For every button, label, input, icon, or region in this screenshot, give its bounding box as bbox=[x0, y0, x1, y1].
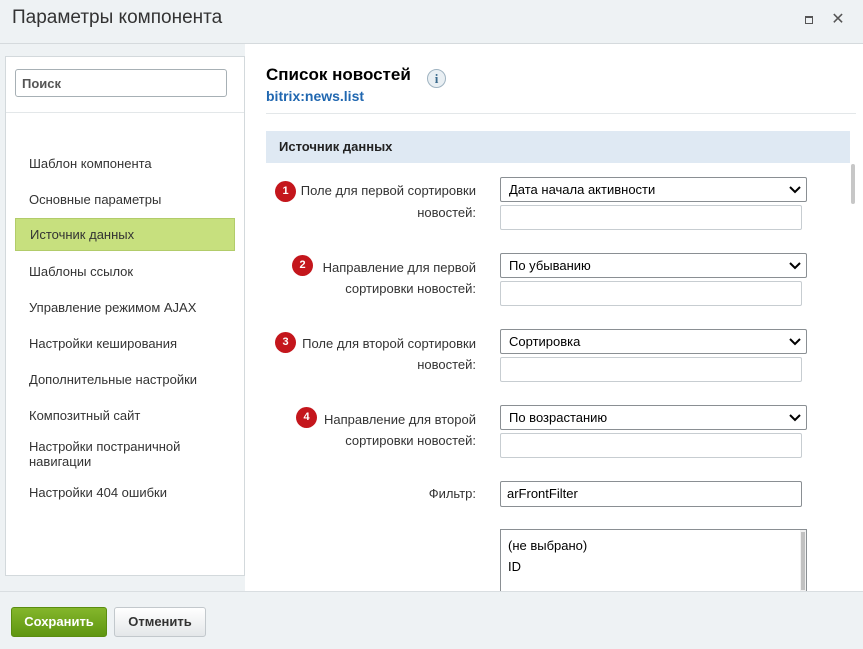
sidebar-item-data-source[interactable]: Источник данных bbox=[15, 218, 235, 251]
field-label: Поле для первой сортировки bbox=[300, 183, 476, 198]
sort-field-2-select[interactable]: Сортировка bbox=[500, 329, 807, 354]
select-value: По убыванию bbox=[509, 258, 591, 273]
dialog-titlebar: Параметры компонента ✕ bbox=[0, 0, 863, 44]
field-label: новостей: bbox=[417, 205, 476, 220]
section-header: Источник данных bbox=[266, 131, 850, 163]
maximize-button[interactable] bbox=[802, 12, 818, 28]
select-value: Дата начала активности bbox=[509, 182, 656, 197]
save-button[interactable]: Сохранить bbox=[11, 607, 107, 637]
sidebar-item-additional[interactable]: Дополнительные настройки bbox=[15, 368, 235, 390]
sort-field-1-select[interactable]: Дата начала активности bbox=[500, 177, 807, 202]
listbox-scroll-thumb[interactable] bbox=[801, 532, 805, 590]
field-label: сортировки новостей: bbox=[345, 433, 476, 448]
dialog-content: Шаблон компонента Основные параметры Ист… bbox=[0, 44, 863, 591]
field-label: новостей: bbox=[417, 357, 476, 372]
chevron-down-icon bbox=[789, 186, 801, 194]
component-title: Список новостей bbox=[266, 65, 411, 84]
select-value: По возрастанию bbox=[509, 410, 608, 425]
select-value: Сортировка bbox=[509, 334, 581, 349]
list-option[interactable]: ID bbox=[501, 556, 806, 577]
chevron-down-icon bbox=[789, 262, 801, 270]
component-code: bitrix:news.list bbox=[266, 88, 365, 104]
sidebar-divider bbox=[6, 112, 244, 113]
close-button[interactable]: ✕ bbox=[830, 12, 846, 28]
filter-label: Фильтр: bbox=[428, 486, 476, 501]
search-input[interactable] bbox=[15, 69, 227, 97]
maximize-icon bbox=[805, 16, 813, 24]
sidebar-item-404[interactable]: Настройки 404 ошибки bbox=[15, 481, 235, 503]
field-label: сортировки новостей: bbox=[345, 281, 476, 296]
sidebar: Шаблон компонента Основные параметры Ист… bbox=[5, 56, 245, 576]
sort-order-2-select[interactable]: По возрастанию bbox=[500, 405, 807, 430]
cancel-button[interactable]: Отменить bbox=[114, 607, 206, 637]
sidebar-item-url-templates[interactable]: Шаблоны ссылок bbox=[15, 260, 235, 282]
dialog-footer: Сохранить Отменить bbox=[0, 591, 863, 649]
sidebar-item-basic[interactable]: Основные параметры bbox=[15, 188, 235, 210]
info-icon[interactable]: i bbox=[427, 69, 446, 88]
field-label: Поле для второй сортировки bbox=[302, 336, 476, 351]
sidebar-item-ajax[interactable]: Управление режимом AJAX bbox=[15, 296, 235, 318]
filter-input[interactable]: arFrontFilter bbox=[500, 481, 802, 507]
sort-order-2-extra-input[interactable] bbox=[500, 433, 802, 458]
sort-order-1-select[interactable]: По убыванию bbox=[500, 253, 807, 278]
listbox-scrollbar[interactable] bbox=[800, 530, 806, 591]
main-panel: Список новостей i bitrix:news.list Источ… bbox=[245, 44, 863, 591]
sidebar-item-cache[interactable]: Настройки кеширования bbox=[15, 332, 235, 354]
header-divider bbox=[266, 113, 856, 114]
sort-field-2-extra-input[interactable] bbox=[500, 357, 802, 382]
dialog-title: Параметры компонента bbox=[12, 7, 223, 28]
sidebar-item-template[interactable]: Шаблон компонента bbox=[15, 152, 235, 174]
scrollbar[interactable] bbox=[851, 164, 855, 204]
field-label: Направление для второй bbox=[323, 412, 476, 427]
sort-order-1-extra-input[interactable] bbox=[500, 281, 802, 306]
list-option[interactable]: (не выбрано) bbox=[501, 535, 806, 556]
close-icon: ✕ bbox=[831, 11, 845, 28]
sidebar-item-composite[interactable]: Композитный сайт bbox=[15, 404, 235, 426]
chevron-down-icon bbox=[789, 338, 801, 346]
field-label: Направление для первой bbox=[322, 260, 476, 275]
fields-listbox[interactable]: (не выбрано) ID bbox=[500, 529, 807, 591]
chevron-down-icon bbox=[789, 414, 801, 422]
sidebar-item-pagination[interactable]: Настройки постраничной навигации bbox=[15, 437, 235, 471]
sort-field-1-extra-input[interactable] bbox=[500, 205, 802, 230]
